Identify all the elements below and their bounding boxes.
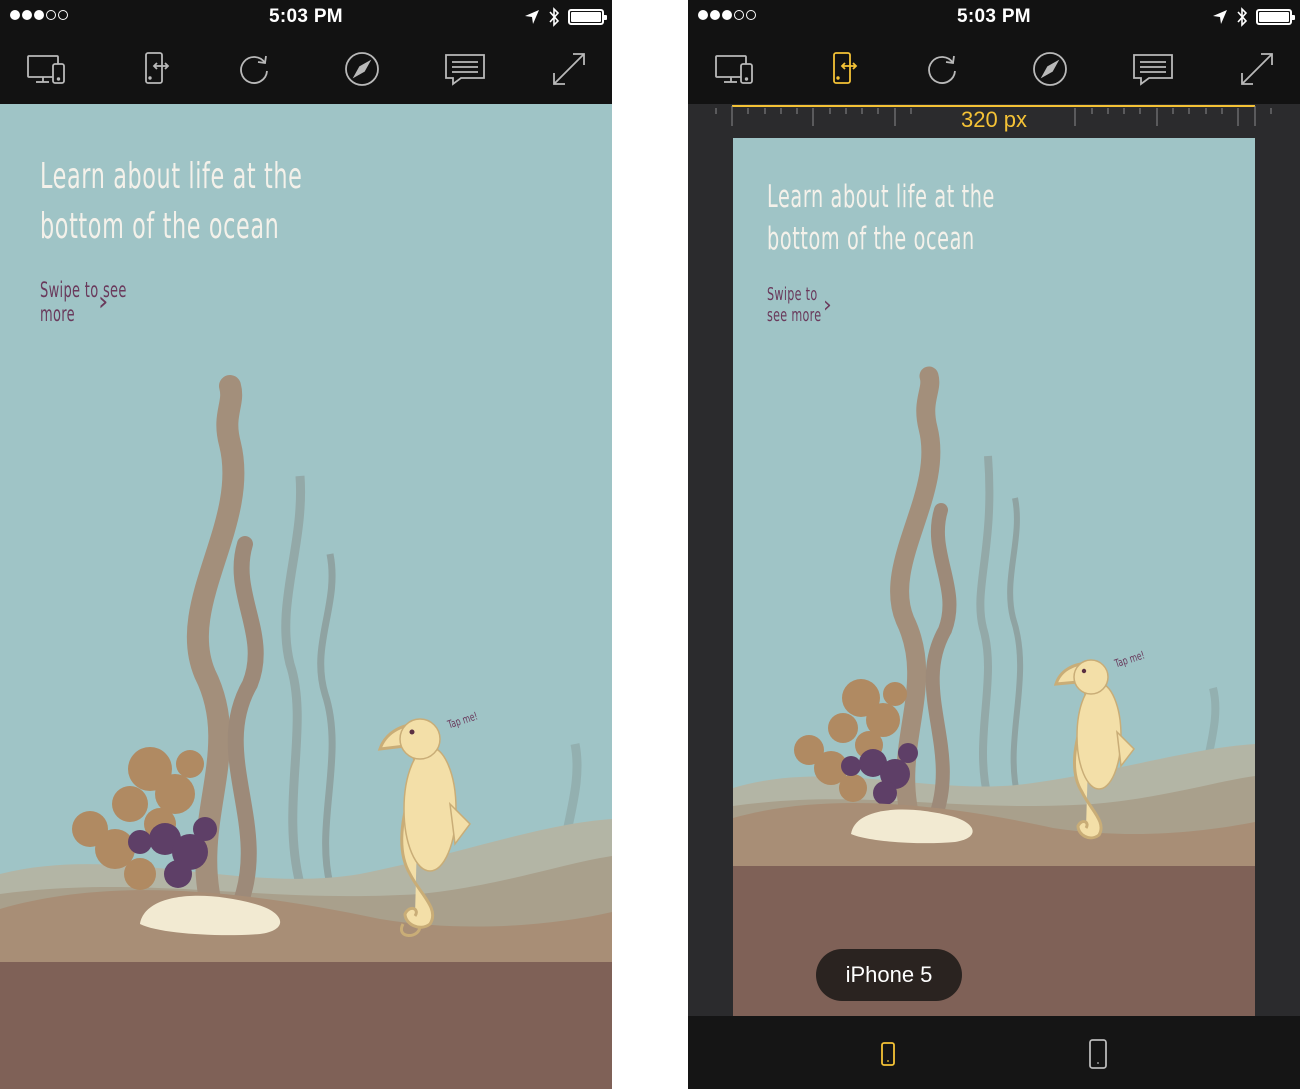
fullscreen-button[interactable] (1229, 44, 1285, 94)
reload-button[interactable] (914, 44, 970, 94)
battery-icon (568, 9, 607, 25)
small-phone-icon (881, 1042, 895, 1066)
safari-compass-icon (345, 52, 379, 86)
web-view[interactable]: Learn about life at the bottom of the oc… (0, 104, 612, 1089)
safari-button[interactable] (1022, 44, 1078, 94)
device-name-label: iPhone 5 (816, 949, 962, 1001)
toolbar (0, 34, 612, 104)
device-selector-bar (688, 1016, 1300, 1089)
device-preview-icon (715, 55, 753, 84)
reload-button[interactable] (226, 44, 282, 94)
rotate-device-button[interactable] (126, 44, 182, 94)
width-ruler: 320 px (688, 104, 1300, 138)
swipe-to-see-more-link[interactable]: Swipe to see more › (40, 278, 126, 326)
ruler-width-label: 320 px (960, 107, 1028, 132)
large-phone-icon (1089, 1039, 1107, 1069)
device-preview-button[interactable] (706, 44, 762, 94)
fullscreen-icon (1241, 53, 1273, 85)
status-time: 5:03 PM (957, 6, 1031, 27)
comment-icon (445, 54, 485, 86)
page-headline: Learn about life at the bottom of the oc… (767, 179, 996, 257)
rotate-device-icon (833, 52, 858, 84)
swipe-to-see-more-link[interactable]: Swipe to see more › (767, 284, 832, 326)
page-headline: Learn about life at the bottom of the oc… (40, 156, 303, 247)
comment-button[interactable] (437, 44, 493, 94)
fullscreen-icon (553, 53, 585, 85)
location-arrow-icon (525, 10, 539, 24)
phone-screen-left: 5:03 PM Learn about life at the bottom o… (0, 0, 612, 1089)
web-view[interactable]: Learn about life at the bottom of the oc… (733, 138, 1255, 1016)
rotate-device-icon (145, 52, 170, 84)
status-bar: 5:03 PM (688, 0, 1300, 34)
large-phone-button[interactable] (1078, 1034, 1118, 1074)
small-phone-button[interactable] (868, 1034, 908, 1074)
reload-icon (928, 55, 956, 84)
safari-button[interactable] (334, 44, 390, 94)
device-preview-button[interactable] (18, 44, 74, 94)
location-arrow-icon (1213, 10, 1227, 24)
bluetooth-icon (1237, 7, 1248, 27)
status-time: 5:03 PM (269, 6, 343, 27)
comment-button[interactable] (1125, 44, 1181, 94)
reload-icon (240, 55, 268, 84)
toolbar (688, 34, 1300, 104)
swipe-link-label: Swipe to see more (40, 278, 127, 326)
safari-compass-icon (1033, 52, 1067, 86)
phone-screen-right: 5:03 PM 320 px Learn about life at the b… (688, 0, 1300, 1089)
fullscreen-button[interactable] (541, 44, 597, 94)
bluetooth-icon (549, 7, 560, 27)
status-bar: 5:03 PM (0, 0, 612, 34)
device-preview-icon (27, 55, 65, 84)
comment-icon (1133, 54, 1173, 86)
battery-icon (1256, 9, 1295, 25)
ocean-scene-illustration (733, 138, 1255, 1016)
swipe-link-label: Swipe to see more (767, 284, 822, 326)
rotate-device-button[interactable] (814, 44, 870, 94)
